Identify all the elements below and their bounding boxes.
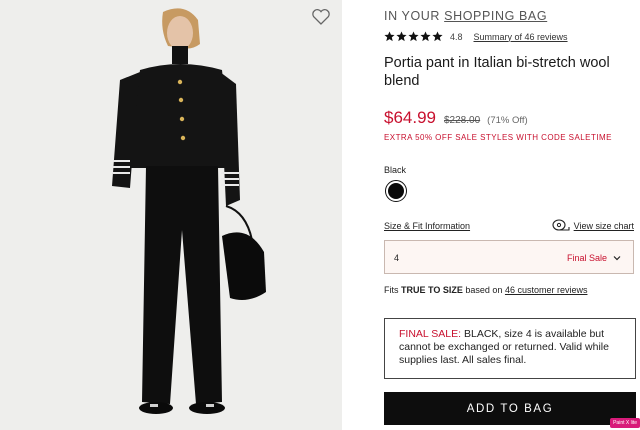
final-sale-tag: Final Sale xyxy=(566,253,607,263)
add-to-bag-button[interactable]: ADD TO BAG xyxy=(384,392,636,425)
app-badge: Paint X lite xyxy=(610,418,640,428)
fit-emphasis: TRUE TO SIZE xyxy=(401,285,463,295)
original-price: $228.00 xyxy=(444,115,481,126)
measuring-tape-icon xyxy=(552,219,570,231)
swatch-fill xyxy=(388,183,404,199)
star-icon xyxy=(396,31,407,42)
fit-middle: based on xyxy=(465,285,503,295)
product-details-panel: IN YOUR SHOPPING BAG 4.8 Summary of 46 r… xyxy=(384,0,636,430)
model-photo xyxy=(112,8,266,414)
in-your-bag-notice: IN YOUR SHOPPING BAG xyxy=(384,9,547,23)
size-chart-label: View size chart xyxy=(573,220,634,231)
final-sale-notice: FINAL SALE: BLACK, size 4 is available b… xyxy=(384,318,636,379)
size-fit-info-link[interactable]: Size & Fit Information xyxy=(384,221,470,231)
star-icon xyxy=(420,31,431,42)
color-swatch-black[interactable] xyxy=(385,180,407,202)
product-title: Portia pant in Italian bi-stretch wool b… xyxy=(384,55,610,89)
bag-prefix: IN YOUR xyxy=(384,9,441,23)
shopping-bag-link[interactable]: SHOPPING BAG xyxy=(444,9,547,23)
color-label: Black xyxy=(384,165,407,175)
fit-prefix: Fits xyxy=(384,285,399,295)
rating-row: 4.8 Summary of 46 reviews xyxy=(384,31,568,42)
star-icon xyxy=(384,31,395,42)
heart-outline-icon[interactable] xyxy=(311,8,331,26)
fit-summary: Fits TRUE TO SIZE based on 46 customer r… xyxy=(384,285,587,295)
discount-percent: (71% Off) xyxy=(487,115,528,126)
size-dropdown[interactable]: 4 Final Sale xyxy=(384,240,634,274)
star-rating xyxy=(384,31,443,42)
promo-message: EXTRA 50% OFF SALE STYLES WITH CODE SALE… xyxy=(384,133,612,142)
selected-size: 4 xyxy=(394,253,400,263)
sale-price: $64.99 xyxy=(384,108,436,127)
product-image xyxy=(0,0,342,430)
star-icon xyxy=(432,31,443,42)
star-icon xyxy=(408,31,419,42)
reviews-summary-link[interactable]: Summary of 46 reviews xyxy=(474,32,568,42)
customer-reviews-link[interactable]: 46 customer reviews xyxy=(505,285,588,295)
rating-value: 4.8 xyxy=(450,31,463,42)
view-size-chart-link[interactable]: View size chart xyxy=(552,219,634,232)
chevron-down-icon xyxy=(613,256,621,261)
price-row: $64.99 $228.00 (71% Off) xyxy=(384,108,528,128)
final-sale-label: FINAL SALE: xyxy=(399,328,462,340)
